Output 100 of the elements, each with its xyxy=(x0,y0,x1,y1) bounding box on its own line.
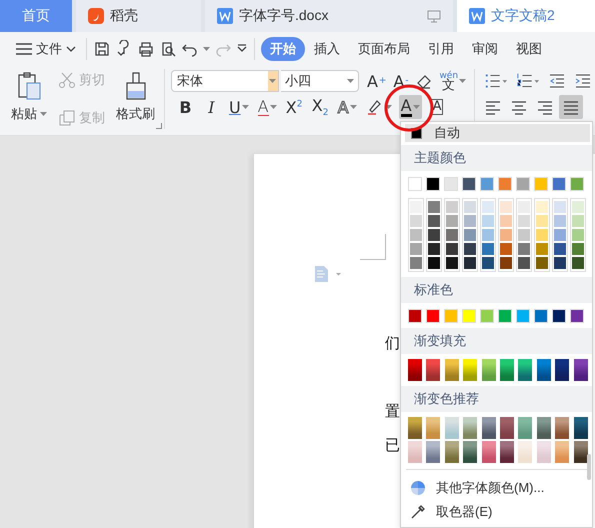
paste-button[interactable]: 粘贴 xyxy=(8,69,50,129)
color-swatch[interactable] xyxy=(410,229,422,241)
color-swatch[interactable] xyxy=(446,229,458,241)
color-swatch[interactable] xyxy=(428,201,440,213)
color-swatch[interactable] xyxy=(518,257,530,269)
color-swatch[interactable] xyxy=(446,243,458,255)
gradient-swatch[interactable] xyxy=(500,441,514,463)
color-swatch[interactable] xyxy=(500,201,512,213)
color-swatch[interactable] xyxy=(480,177,494,191)
color-swatch[interactable] xyxy=(446,257,458,269)
color-swatch[interactable] xyxy=(446,215,458,227)
color-swatch[interactable] xyxy=(554,229,566,241)
gradient-swatch[interactable] xyxy=(408,417,422,439)
gradient-swatch[interactable] xyxy=(500,417,514,439)
color-swatch[interactable] xyxy=(464,215,476,227)
print-icon[interactable] xyxy=(137,40,155,58)
color-swatch[interactable] xyxy=(516,309,530,323)
gradient-swatch[interactable] xyxy=(426,417,440,439)
color-swatch[interactable] xyxy=(518,201,530,213)
color-swatch[interactable] xyxy=(516,177,530,191)
color-swatch[interactable] xyxy=(482,243,494,255)
gradient-swatch[interactable] xyxy=(482,417,496,439)
customize-caret-icon[interactable] xyxy=(236,44,248,54)
gradient-swatch[interactable] xyxy=(426,441,440,463)
color-swatch[interactable] xyxy=(410,201,422,213)
char-border-button[interactable]: A xyxy=(426,95,448,119)
color-swatch[interactable] xyxy=(518,215,530,227)
gradient-swatch[interactable] xyxy=(444,417,459,439)
color-swatch[interactable] xyxy=(408,309,422,323)
gradient-swatch[interactable] xyxy=(426,359,440,381)
align-justify-button[interactable] xyxy=(558,95,583,119)
ribbon-tab[interactable]: 审阅 xyxy=(463,37,507,61)
gradient-swatch[interactable] xyxy=(482,441,496,463)
gradient-swatch[interactable] xyxy=(536,441,551,463)
gradient-swatch[interactable] xyxy=(536,417,551,439)
color-swatch[interactable] xyxy=(534,177,548,191)
grow-font-button[interactable]: A$^{+}$ xyxy=(364,69,388,93)
ribbon-tab[interactable]: 页面布局 xyxy=(349,37,419,61)
color-swatch[interactable] xyxy=(428,257,440,269)
color-swatch[interactable] xyxy=(518,243,530,255)
scrollbar-thumb[interactable] xyxy=(587,454,591,480)
color-swatch[interactable] xyxy=(534,309,548,323)
gradient-swatch[interactable] xyxy=(482,359,496,381)
color-swatch[interactable] xyxy=(464,229,476,241)
color-swatch[interactable] xyxy=(500,243,512,255)
gradient-swatch[interactable] xyxy=(518,359,532,381)
gradient-swatch[interactable] xyxy=(555,441,570,463)
color-swatch[interactable] xyxy=(552,177,566,191)
gradient-swatch[interactable] xyxy=(574,441,588,463)
gradient-swatch[interactable] xyxy=(500,359,514,381)
color-swatch[interactable] xyxy=(426,177,440,191)
gradient-swatch[interactable] xyxy=(536,359,551,381)
color-swatch[interactable] xyxy=(480,309,494,323)
tab[interactable]: 文字文稿2 xyxy=(457,0,595,32)
subscript-button[interactable]: X$_{2}$ xyxy=(310,95,331,119)
color-swatch[interactable] xyxy=(572,229,584,241)
ribbon-tab[interactable]: 引用 xyxy=(419,37,463,61)
color-swatch[interactable] xyxy=(428,215,440,227)
color-swatch[interactable] xyxy=(498,309,512,323)
save-icon[interactable] xyxy=(93,40,111,58)
color-swatch[interactable] xyxy=(536,243,548,255)
color-swatch[interactable] xyxy=(554,201,566,213)
color-swatch[interactable] xyxy=(464,243,476,255)
italic-button[interactable]: I xyxy=(200,95,222,119)
gradient-swatch[interactable] xyxy=(555,417,570,439)
file-menu[interactable]: 文件 xyxy=(12,37,80,61)
color-swatch[interactable] xyxy=(426,309,440,323)
color-swatch[interactable] xyxy=(428,229,440,241)
gradient-swatch[interactable] xyxy=(574,359,588,381)
color-swatch[interactable] xyxy=(462,177,476,191)
strikethrough-button[interactable]: A xyxy=(256,95,279,119)
automatic-color-option[interactable]: 自动 xyxy=(405,124,590,142)
eyedropper-option[interactable]: 取色器(E) xyxy=(406,500,589,524)
color-swatch[interactable] xyxy=(552,309,566,323)
gradient-swatch[interactable] xyxy=(463,441,478,463)
color-swatch[interactable] xyxy=(554,243,566,255)
color-swatch[interactable] xyxy=(572,243,584,255)
paragraph-layout-icon[interactable] xyxy=(314,266,342,282)
bold-button[interactable]: B xyxy=(174,95,196,119)
font-size-field[interactable]: 小四 xyxy=(280,70,359,92)
color-swatch[interactable] xyxy=(498,177,512,191)
color-swatch[interactable] xyxy=(500,215,512,227)
gradient-swatch[interactable] xyxy=(518,441,532,463)
font-name-field[interactable]: 宋体 xyxy=(170,70,279,92)
superscript-button[interactable]: X$^{2}$ xyxy=(284,95,305,119)
color-swatch[interactable] xyxy=(482,229,494,241)
format-painter-button[interactable]: 格式刷 xyxy=(113,69,158,129)
tab[interactable]: 字体字号.docx xyxy=(205,0,453,32)
gradient-swatch[interactable] xyxy=(574,417,588,439)
gradient-swatch[interactable] xyxy=(463,359,478,381)
color-swatch[interactable] xyxy=(410,243,422,255)
color-swatch[interactable] xyxy=(482,215,494,227)
color-swatch[interactable] xyxy=(536,215,548,227)
color-swatch[interactable] xyxy=(554,215,566,227)
gradient-swatch[interactable] xyxy=(408,441,422,463)
color-swatch[interactable] xyxy=(482,257,494,269)
font-color-button[interactable]: A xyxy=(398,95,422,119)
color-swatch[interactable] xyxy=(536,257,548,269)
tab[interactable]: 稻壳 xyxy=(76,0,201,32)
ribbon-tab[interactable]: 插入 xyxy=(305,37,349,61)
